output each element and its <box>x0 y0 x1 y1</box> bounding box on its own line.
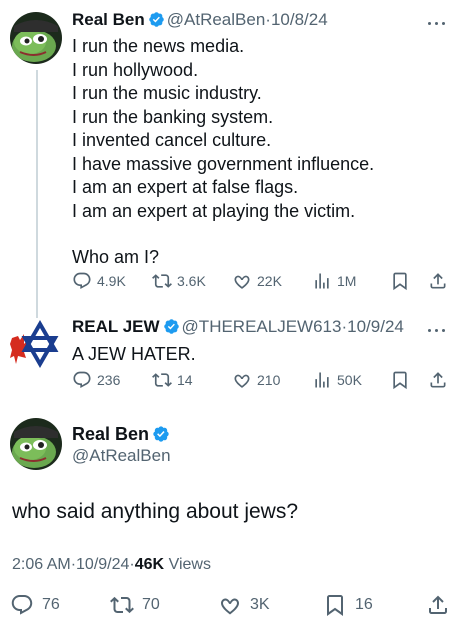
reply-count: 4.9K <box>97 273 126 289</box>
tweet2-more-icon[interactable] <box>426 325 448 335</box>
share-button[interactable] <box>428 271 453 291</box>
tweet1-text: I run the news media. I run hollywood. I… <box>72 35 374 270</box>
tweet1-line: I run hollywood. <box>72 59 199 80</box>
share-icon <box>430 273 446 289</box>
tweet1-handle[interactable]: @AtRealBen <box>167 10 266 29</box>
avatar-real-jew[interactable] <box>10 318 62 370</box>
like-icon <box>234 374 250 388</box>
tweet2-header: REAL JEW @THEREALJEW613·10/9/24 <box>72 317 404 337</box>
tweet2-actions: 236 14 210 50K <box>72 370 452 394</box>
tweet1-actions: 4.9K 3.6K 22K 1M <box>72 271 452 295</box>
bookmark-button[interactable]: 16 <box>323 593 373 617</box>
views-count: 1M <box>337 273 357 289</box>
main-tweet-meta: 2:06 AM·10/9/24·46K Views <box>12 556 211 574</box>
tweet1-line: I run the banking system. <box>72 106 274 127</box>
tweet2-author-name[interactable]: REAL JEW <box>72 317 160 336</box>
tweet1-question: Who am I? <box>72 247 160 267</box>
main-tweet-actions: 76 70 3K 16 <box>0 593 460 619</box>
repost-button[interactable]: 14 <box>152 370 193 390</box>
tweet1-more-icon[interactable] <box>426 18 448 28</box>
tweet1-author-name[interactable]: Real Ben <box>72 10 145 29</box>
like-icon <box>234 275 250 289</box>
reply-button[interactable]: 236 <box>72 370 120 390</box>
main-date[interactable]: 10/9/24 <box>76 556 129 573</box>
bookmark-button[interactable] <box>390 370 415 390</box>
repost-icon <box>110 596 134 614</box>
views-button[interactable]: 1M <box>312 271 356 291</box>
repost-button[interactable]: 3.6K <box>152 271 206 291</box>
tweet1-line: I run the news media. <box>72 36 245 56</box>
bookmark-icon <box>393 371 407 390</box>
tweet2-handle[interactable]: @THEREALJEW613 <box>182 317 342 336</box>
like-icon <box>221 598 239 615</box>
share-icon <box>430 372 446 388</box>
like-count: 3K <box>250 596 270 613</box>
repost-icon <box>152 274 172 288</box>
main-views-count: 46K <box>134 556 165 573</box>
reply-icon <box>11 595 33 615</box>
like-count: 22K <box>257 273 282 289</box>
views-icon <box>315 372 329 388</box>
share-icon <box>429 595 447 614</box>
tweet2-date[interactable]: 10/9/24 <box>347 317 404 336</box>
views-count: 50K <box>337 372 362 388</box>
main-tweet-text: who said anything about jews? <box>12 500 299 523</box>
bookmark-count: 16 <box>355 596 373 613</box>
verified-badge-icon <box>148 12 164 27</box>
reply-button[interactable]: 76 <box>10 593 60 617</box>
reply-count: 236 <box>97 372 121 388</box>
reply-icon <box>73 371 91 389</box>
avatar-real-ben-main[interactable] <box>10 418 62 470</box>
like-button[interactable]: 3K <box>218 593 270 617</box>
tweet1-line: I have massive government influence. <box>72 153 375 174</box>
bookmark-button[interactable] <box>390 271 415 291</box>
like-button[interactable]: 22K <box>232 271 282 291</box>
main-views-label: Views <box>168 556 211 573</box>
tweet1-line: I am an expert at false flags. <box>72 177 299 197</box>
like-button[interactable]: 210 <box>232 370 280 390</box>
tweet1-line: I run the music industry. <box>72 83 262 103</box>
bookmark-icon <box>327 595 343 616</box>
main-author-name[interactable]: Real Ben <box>72 424 149 444</box>
verified-badge-icon <box>163 319 179 334</box>
reply-count: 76 <box>42 596 60 613</box>
thread-connector-line <box>36 70 38 318</box>
reply-button[interactable]: 4.9K <box>72 271 126 291</box>
repost-button[interactable]: 70 <box>110 593 160 617</box>
repost-count: 3.6K <box>177 273 206 289</box>
like-count: 210 <box>257 372 281 388</box>
tweet2-body: A JEW HATER. <box>72 344 196 364</box>
avatar-real-ben[interactable] <box>10 12 62 64</box>
tweet1-line: I am an expert at playing the victim. <box>72 200 356 221</box>
share-button[interactable] <box>428 370 453 390</box>
main-time[interactable]: 2:06 AM <box>12 556 71 573</box>
tweet1-line: I invented cancel culture. <box>72 130 272 150</box>
verified-badge-icon <box>153 426 169 442</box>
repost-count: 14 <box>177 372 193 388</box>
reply-icon <box>73 272 91 290</box>
tweet2-text: A JEW HATER. <box>72 343 196 367</box>
main-author-name-row: Real Ben <box>72 424 172 445</box>
main-handle[interactable]: @AtRealBen <box>72 446 171 466</box>
repost-icon <box>152 373 172 387</box>
bookmark-icon <box>393 272 407 291</box>
tweet1-date[interactable]: 10/8/24 <box>271 10 328 29</box>
share-button[interactable] <box>426 593 458 617</box>
repost-count: 70 <box>142 596 160 613</box>
tweet1-header: Real Ben @AtRealBen·10/8/24 <box>72 10 328 30</box>
views-button[interactable]: 50K <box>312 370 362 390</box>
views-icon <box>315 273 329 289</box>
